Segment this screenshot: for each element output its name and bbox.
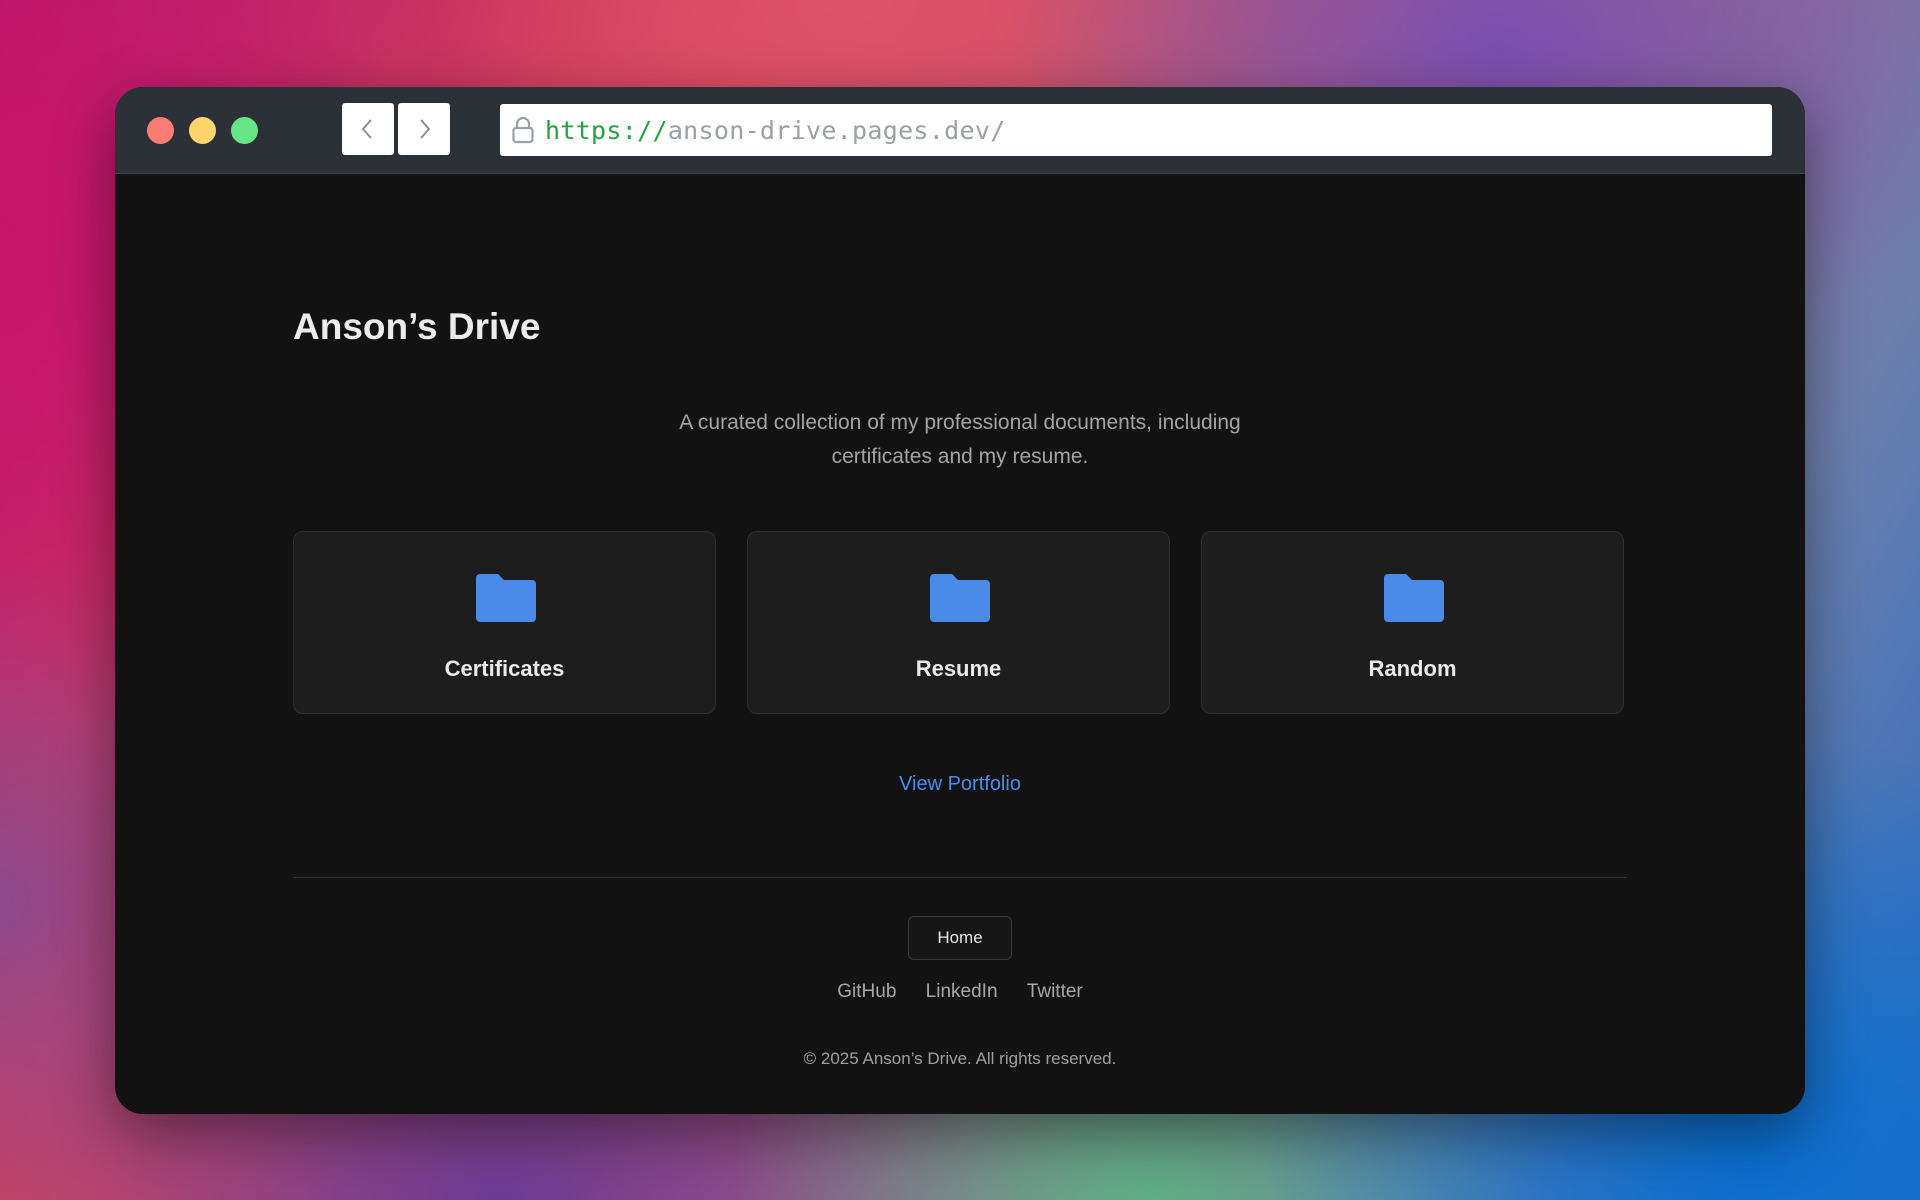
folder-icon: [1384, 574, 1444, 622]
folder-icon: [476, 574, 536, 622]
folder-label: Random: [1368, 656, 1457, 681]
minimize-window-button[interactable]: [189, 117, 216, 144]
github-link[interactable]: GitHub: [837, 981, 896, 1002]
page-content: Anson’s Drive A curated collection of my…: [115, 174, 1805, 1114]
folder-card-random[interactable]: Random: [1201, 531, 1624, 714]
home-button[interactable]: Home: [908, 916, 1012, 960]
folder-card-certificates[interactable]: Certificates: [293, 531, 716, 714]
page-description: A curated collection of my professional …: [615, 406, 1305, 474]
description-line-2: certificates and my resume.: [831, 445, 1089, 468]
description-line-1: A curated collection of my professional …: [679, 411, 1241, 434]
site-title: Anson’s Drive: [293, 306, 541, 347]
view-portfolio-link[interactable]: View Portfolio: [115, 773, 1805, 796]
folder-label: Resume: [915, 656, 1002, 681]
twitter-link[interactable]: Twitter: [1027, 981, 1083, 1002]
copyright-text: © 2025 Anson’s Drive. All rights reserve…: [803, 1049, 1117, 1068]
back-button[interactable]: [342, 103, 394, 155]
chevron-right-icon: [420, 119, 431, 139]
url-host: anson-drive.pages.dev/: [667, 115, 1006, 145]
maximize-window-button[interactable]: [231, 117, 258, 144]
folder-label: Certificates: [444, 656, 565, 681]
lock-icon: [511, 116, 535, 144]
forward-button[interactable]: [398, 103, 450, 155]
chevron-left-icon: [361, 119, 372, 139]
linkedin-link[interactable]: LinkedIn: [926, 981, 998, 1002]
footer-divider: [293, 877, 1627, 878]
url-scheme: https://: [545, 115, 668, 145]
folder-icon: [930, 574, 990, 622]
browser-window: https://anson-drive.pages.dev/ Anson’s D…: [115, 87, 1805, 1114]
browser-titlebar: https://anson-drive.pages.dev/: [115, 87, 1805, 174]
address-bar[interactable]: https://anson-drive.pages.dev/: [500, 104, 1772, 156]
folder-card-resume[interactable]: Resume: [747, 531, 1170, 714]
url-text: https://anson-drive.pages.dev/: [545, 116, 1006, 145]
social-links: GitHub LinkedIn Twitter: [115, 981, 1805, 1003]
close-window-button[interactable]: [147, 117, 174, 144]
